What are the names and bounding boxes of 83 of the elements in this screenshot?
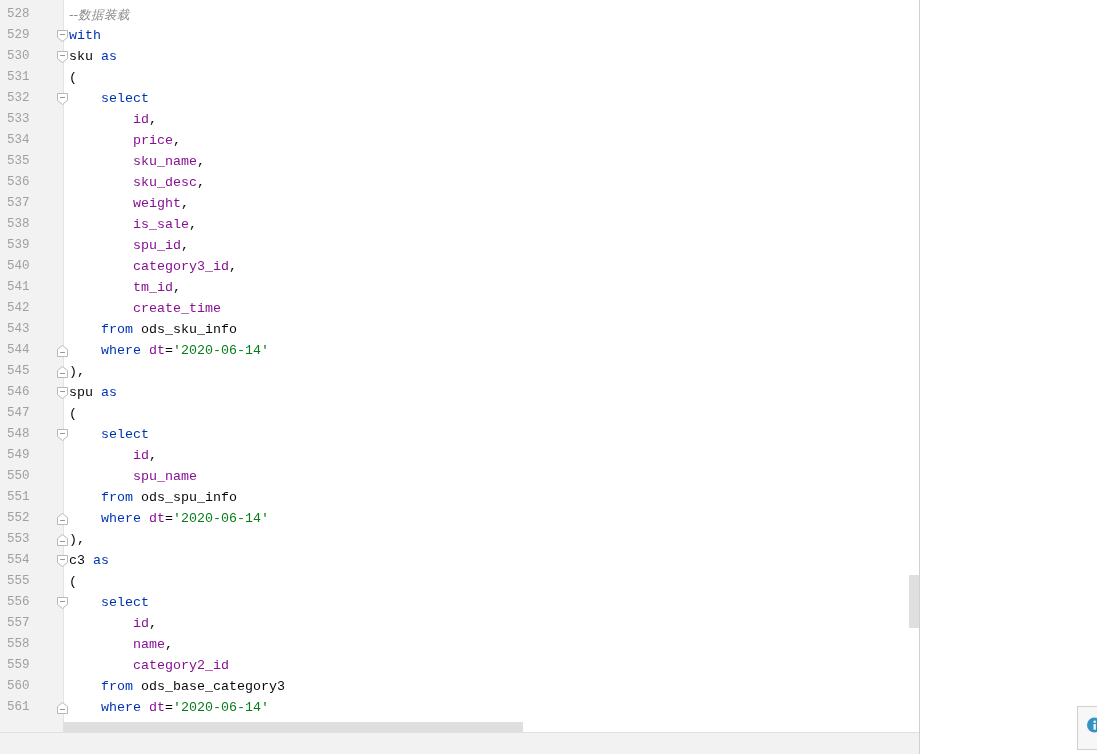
code-line: spu_id, [132, 237, 189, 255]
code-line: category2_id [132, 657, 229, 675]
code-line: is_sale, [132, 216, 197, 234]
code-line: with [69, 27, 101, 45]
fold-marker-icon[interactable] [57, 366, 68, 378]
code-line: ), [69, 531, 85, 549]
code-line: id, [132, 615, 157, 633]
line-number: 547 [7, 405, 30, 422]
code-line: from ods_spu_info [100, 489, 237, 507]
line-number: 541 [7, 279, 30, 296]
line-number: 555 [7, 573, 30, 590]
fold-marker-icon[interactable] [57, 513, 68, 525]
fold-marker-icon[interactable] [57, 702, 68, 714]
line-number: 532 [7, 90, 30, 107]
line-number: 533 [7, 111, 30, 128]
fold-marker-icon[interactable] [57, 93, 68, 105]
code-line: from ods_base_category3 [100, 678, 285, 696]
code-line: select [100, 594, 149, 612]
line-number: 540 [7, 258, 30, 275]
code-line: where dt='2020-06-14' [100, 510, 269, 528]
horizontal-scrollbar-thumb[interactable] [63, 722, 523, 732]
line-number: 554 [7, 552, 30, 569]
code-line: spu as [69, 384, 117, 402]
code-line: select [100, 426, 149, 444]
fold-marker-icon[interactable] [57, 555, 68, 567]
line-number: 548 [7, 426, 30, 443]
line-number: 551 [7, 489, 30, 506]
fold-marker-icon[interactable] [57, 534, 68, 546]
code-line: spu_name [132, 468, 197, 486]
line-number: 546 [7, 384, 30, 401]
code-line: price, [132, 132, 181, 150]
code-line: id, [132, 447, 157, 465]
code-line: category3_id, [132, 258, 237, 276]
line-number: 534 [7, 132, 30, 149]
fold-marker-icon[interactable] [57, 345, 68, 357]
code-line: tm_id, [132, 279, 181, 297]
code-line: from ods_sku_info [100, 321, 237, 339]
line-number: 530 [7, 48, 30, 65]
line-number: 529 [7, 27, 30, 44]
code-line: ( [69, 69, 77, 87]
notification-tab[interactable] [1077, 706, 1097, 750]
code-line: weight, [132, 195, 189, 213]
line-number: 537 [7, 195, 30, 212]
fold-marker-icon[interactable] [57, 30, 68, 42]
line-number: 557 [7, 615, 30, 632]
code-line: sku_name, [132, 153, 205, 171]
code-line: ), [69, 363, 85, 381]
fold-marker-icon[interactable] [57, 387, 68, 399]
line-number: 542 [7, 300, 30, 317]
code-line: where dt='2020-06-14' [100, 342, 269, 360]
code-line: where dt='2020-06-14' [100, 699, 269, 717]
line-number: 536 [7, 174, 30, 191]
fold-marker-icon[interactable] [57, 51, 68, 63]
code-line: create_time [132, 300, 221, 318]
line-number: 538 [7, 216, 30, 233]
line-number: 535 [7, 153, 30, 170]
line-number: 543 [7, 321, 30, 338]
line-number: 559 [7, 657, 30, 674]
code-line: select [100, 90, 149, 108]
line-number: 553 [7, 531, 30, 548]
line-number: 558 [7, 636, 30, 653]
line-number: 549 [7, 447, 30, 464]
line-number: 560 [7, 678, 30, 695]
fold-marker-icon[interactable] [57, 429, 68, 441]
line-number: 545 [7, 363, 30, 380]
code-line: sku_desc, [132, 174, 205, 192]
code-line: sku as [69, 48, 117, 66]
line-number: 539 [7, 237, 30, 254]
fold-marker-icon[interactable] [57, 597, 68, 609]
line-number: 528 [7, 6, 30, 23]
code-line: name, [132, 636, 173, 654]
line-number: 531 [7, 69, 30, 86]
code-line: ( [69, 573, 77, 591]
code-line: --数据装载 [69, 5, 131, 24]
line-number: 556 [7, 594, 30, 611]
vertical-scrollbar-thumb[interactable] [909, 575, 919, 628]
code-line: c3 as [69, 552, 109, 570]
line-number: 561 [7, 699, 30, 716]
code-line: id, [132, 111, 157, 129]
code-line: ( [69, 405, 77, 423]
line-number: 544 [7, 342, 30, 359]
line-number: 552 [7, 510, 30, 527]
line-number: 550 [7, 468, 30, 485]
